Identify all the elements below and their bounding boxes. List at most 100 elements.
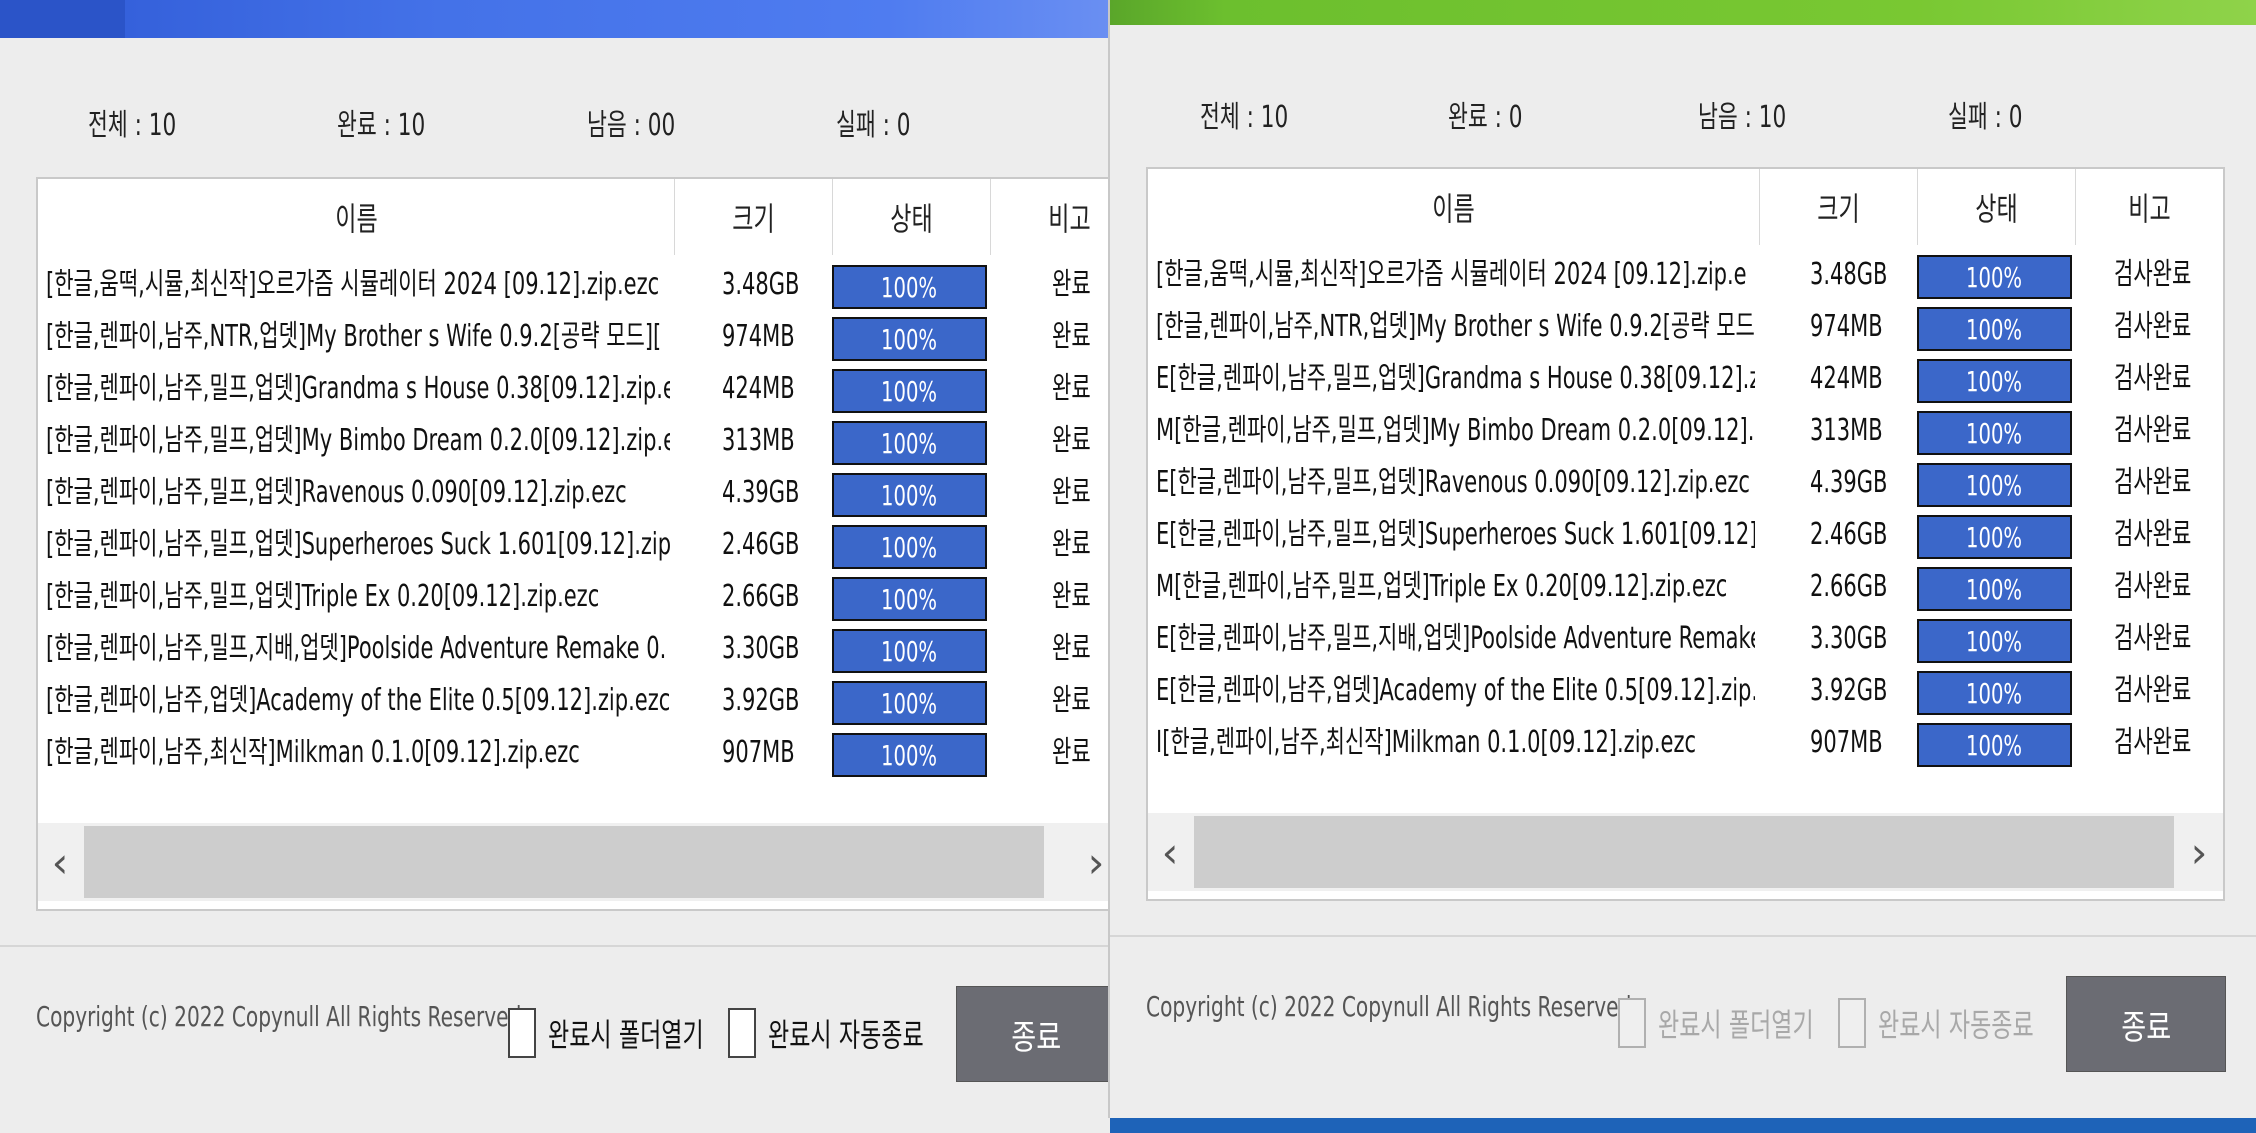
horizontal-scrollbar[interactable]: ‹ › — [38, 823, 1110, 901]
table-row[interactable]: [한글,렌파이,남주,NTR,업뎃]My Brother s Wife 0.9.… — [38, 311, 1110, 363]
table-row[interactable]: E[한글,렌파이,남주,밀프,업뎃]Ravenous 0.090[09.12].… — [1148, 457, 2223, 509]
progress-bar: 100% — [1917, 463, 2072, 507]
file-name-cell: [한글,렌파이,남주,업뎃]Academy of the Elite 0.5[0… — [46, 683, 670, 718]
progress-bar: 100% — [1917, 619, 2072, 663]
exit-button[interactable]: 종료 — [2066, 976, 2226, 1072]
file-name-cell: [한글,움떡,시뮬,최신작]오르가즘 시뮬레이터 2024 [09.12].zi… — [1156, 257, 1747, 292]
status-note-cell: 검사완료 — [2114, 517, 2192, 552]
horizontal-scrollbar[interactable]: ‹ › — [1148, 813, 2223, 891]
column-header-status[interactable]: 상태 — [832, 179, 991, 255]
column-header-name[interactable]: 이름 — [38, 179, 675, 255]
status-note-cell: 완료 — [1052, 475, 1091, 510]
checkbox-box[interactable] — [1618, 998, 1646, 1048]
status-note-cell: 완료 — [1052, 267, 1091, 302]
failed-count: 실패 : 0 — [836, 108, 911, 143]
checkbox-box[interactable] — [1838, 998, 1866, 1048]
table-row[interactable]: E[한글,렌파이,남주,밀프,지배,업뎃]Poolside Adventure … — [1148, 613, 2223, 665]
file-list[interactable]: 이름 크기 상태 비고 [한글,움떡,시뮬,최신작]오르가즘 시뮬레이터 202… — [36, 177, 1110, 911]
column-header-status[interactable]: 상태 — [1917, 169, 2076, 245]
status-note-cell: 검사완료 — [2114, 725, 2192, 760]
scrollbar-thumb[interactable] — [1194, 816, 2174, 888]
progress-bar: 100% — [1917, 411, 2072, 455]
table-row[interactable]: [한글,렌파이,남주,밀프,업뎃]Superheroes Suck 1.601[… — [38, 519, 1110, 571]
progress-bar: 100% — [1917, 359, 2072, 403]
status-note-cell: 검사완료 — [2114, 621, 2192, 656]
progress-bar: 100% — [832, 369, 987, 413]
status-note-cell: 검사완료 — [2114, 257, 2192, 292]
total-count: 전체 : 10 — [88, 108, 177, 143]
file-name-cell: E[한글,렌파이,남주,밀프,지배,업뎃]Poolside Adventure … — [1156, 621, 1755, 656]
table-row[interactable]: [한글,렌파이,남주,밀프,업뎃]My Bimbo Dream 0.2.0[09… — [38, 415, 1110, 467]
checkbox-box[interactable] — [728, 1008, 756, 1058]
exit-button[interactable]: 종료 — [956, 986, 1110, 1082]
status-note-cell: 완료 — [1052, 631, 1091, 666]
table-row[interactable]: M[한글,렌파이,남주,밀프,업뎃]Triple Ex 0.20[09.12].… — [1148, 561, 2223, 613]
table-row[interactable]: E[한글,렌파이,남주,밀프,업뎃]Superheroes Suck 1.601… — [1148, 509, 2223, 561]
title-bar[interactable] — [1110, 0, 2256, 25]
done-count: 완료 : 0 — [1448, 100, 1523, 135]
progress-bar: 100% — [832, 681, 987, 725]
open-folder-checkbox[interactable]: 완료시 폴더열기 — [1618, 998, 1874, 1048]
status-note-cell: 검사완료 — [2114, 361, 2192, 396]
status-note-cell: 검사완료 — [2114, 673, 2192, 708]
auto-exit-checkbox[interactable]: 완료시 자동종료 — [1838, 998, 2094, 1048]
table-row[interactable]: [한글,렌파이,남주,밀프,업뎃]Triple Ex 0.20[09.12].z… — [38, 571, 1110, 623]
column-header-note[interactable]: 비고 — [2075, 169, 2223, 245]
column-header-size[interactable]: 크기 — [1759, 169, 1918, 245]
scroll-right-icon[interactable]: › — [2177, 813, 2221, 891]
scroll-right-icon[interactable]: › — [1074, 823, 1110, 901]
status-note-cell: 완료 — [1052, 423, 1091, 458]
table-row[interactable]: [한글,움떡,시뮬,최신작]오르가즘 시뮬레이터 2024 [09.12].zi… — [1148, 249, 2223, 301]
status-note-cell: 완료 — [1052, 527, 1091, 562]
progress-bar: 100% — [832, 525, 987, 569]
table-row[interactable]: M[한글,렌파이,남주,밀프,업뎃]My Bimbo Dream 0.2.0[0… — [1148, 405, 2223, 457]
file-name-cell: [한글,렌파이,남주,밀프,업뎃]Triple Ex 0.20[09.12].z… — [46, 579, 600, 614]
table-row[interactable]: [한글,움떡,시뮬,최신작]오르가즘 시뮬레이터 2024 [09.12].zi… — [38, 259, 1110, 311]
status-note-cell: 완료 — [1052, 735, 1091, 770]
table-row[interactable]: [한글,렌파이,남주,밀프,지배,업뎃]Poolside Adventure R… — [38, 623, 1110, 675]
status-note-cell: 완료 — [1052, 371, 1091, 406]
title-bar-segment — [0, 0, 125, 38]
file-name-cell: [한글,렌파이,남주,NTR,업뎃]My Brother s Wife 0.9.… — [1156, 309, 1755, 344]
file-name-cell: M[한글,렌파이,남주,밀프,업뎃]Triple Ex 0.20[09.12].… — [1156, 569, 1728, 604]
progress-bar: 100% — [1917, 515, 2072, 559]
file-name-cell: E[한글,렌파이,남주,업뎃]Academy of the Elite 0.5[… — [1156, 673, 1755, 708]
status-note-cell: 완료 — [1052, 319, 1091, 354]
file-name-cell: E[한글,렌파이,남주,밀프,업뎃]Grandma s House 0.38[0… — [1156, 361, 1755, 396]
checkbox-box[interactable] — [508, 1008, 536, 1058]
status-note-cell: 완료 — [1052, 579, 1091, 614]
file-name-cell: E[한글,렌파이,남주,밀프,업뎃]Ravenous 0.090[09.12].… — [1156, 465, 1750, 500]
scroll-left-icon[interactable]: ‹ — [1148, 813, 1192, 891]
table-row[interactable]: [한글,렌파이,남주,업뎃]Academy of the Elite 0.5[0… — [38, 675, 1110, 727]
file-name-cell: I[한글,렌파이,남주,최신작]Milkman 0.1.0[09.12].zip… — [1156, 725, 1697, 760]
scroll-left-icon[interactable]: ‹ — [38, 823, 82, 901]
table-row[interactable]: [한글,렌파이,남주,밀프,업뎃]Ravenous 0.090[09.12].z… — [38, 467, 1110, 519]
file-name-cell: [한글,렌파이,남주,밀프,지배,업뎃]Poolside Adventure R… — [46, 631, 667, 666]
table-row[interactable]: E[한글,렌파이,남주,밀프,업뎃]Grandma s House 0.38[0… — [1148, 353, 2223, 405]
scrollbar-thumb[interactable] — [84, 826, 1044, 898]
open-folder-label: 완료시 폴더열기 — [1658, 1006, 1814, 1044]
progress-bar: 100% — [832, 577, 987, 621]
progress-bar: 100% — [832, 629, 987, 673]
progress-bar: 100% — [1917, 567, 2072, 611]
status-note-cell: 검사완료 — [2114, 569, 2192, 604]
column-header-size[interactable]: 크기 — [674, 179, 833, 255]
progress-bar: 100% — [832, 473, 987, 517]
open-folder-checkbox[interactable]: 완료시 폴더열기 — [508, 1008, 764, 1058]
table-row[interactable]: [한글,렌파이,남주,밀프,업뎃]Grandma s House 0.38[09… — [38, 363, 1110, 415]
file-list[interactable]: 이름 크기 상태 비고 [한글,움떡,시뮬,최신작]오르가즘 시뮬레이터 202… — [1146, 167, 2225, 901]
progress-bar: 100% — [1917, 671, 2072, 715]
file-name-cell: [한글,움떡,시뮬,최신작]오르가즘 시뮬레이터 2024 [09.12].zi… — [46, 267, 660, 302]
title-bar[interactable] — [0, 0, 1110, 38]
status-note-cell: 검사완료 — [2114, 465, 2192, 500]
status-note-cell: 완료 — [1052, 683, 1091, 718]
table-row[interactable]: [한글,렌파이,남주,최신작]Milkman 0.1.0[09.12].zip.… — [38, 727, 1110, 779]
table-row[interactable]: E[한글,렌파이,남주,업뎃]Academy of the Elite 0.5[… — [1148, 665, 2223, 717]
table-row[interactable]: [한글,렌파이,남주,NTR,업뎃]My Brother s Wife 0.9.… — [1148, 301, 2223, 353]
table-row[interactable]: I[한글,렌파이,남주,최신작]Milkman 0.1.0[09.12].zip… — [1148, 717, 2223, 769]
auto-exit-checkbox[interactable]: 완료시 자동종료 — [728, 1008, 984, 1058]
column-header-note[interactable]: 비고 — [990, 179, 1110, 255]
progress-bar: 100% — [832, 317, 987, 361]
file-name-cell: [한글,렌파이,남주,밀프,업뎃]Ravenous 0.090[09.12].z… — [46, 475, 627, 510]
column-header-name[interactable]: 이름 — [1148, 169, 1760, 245]
